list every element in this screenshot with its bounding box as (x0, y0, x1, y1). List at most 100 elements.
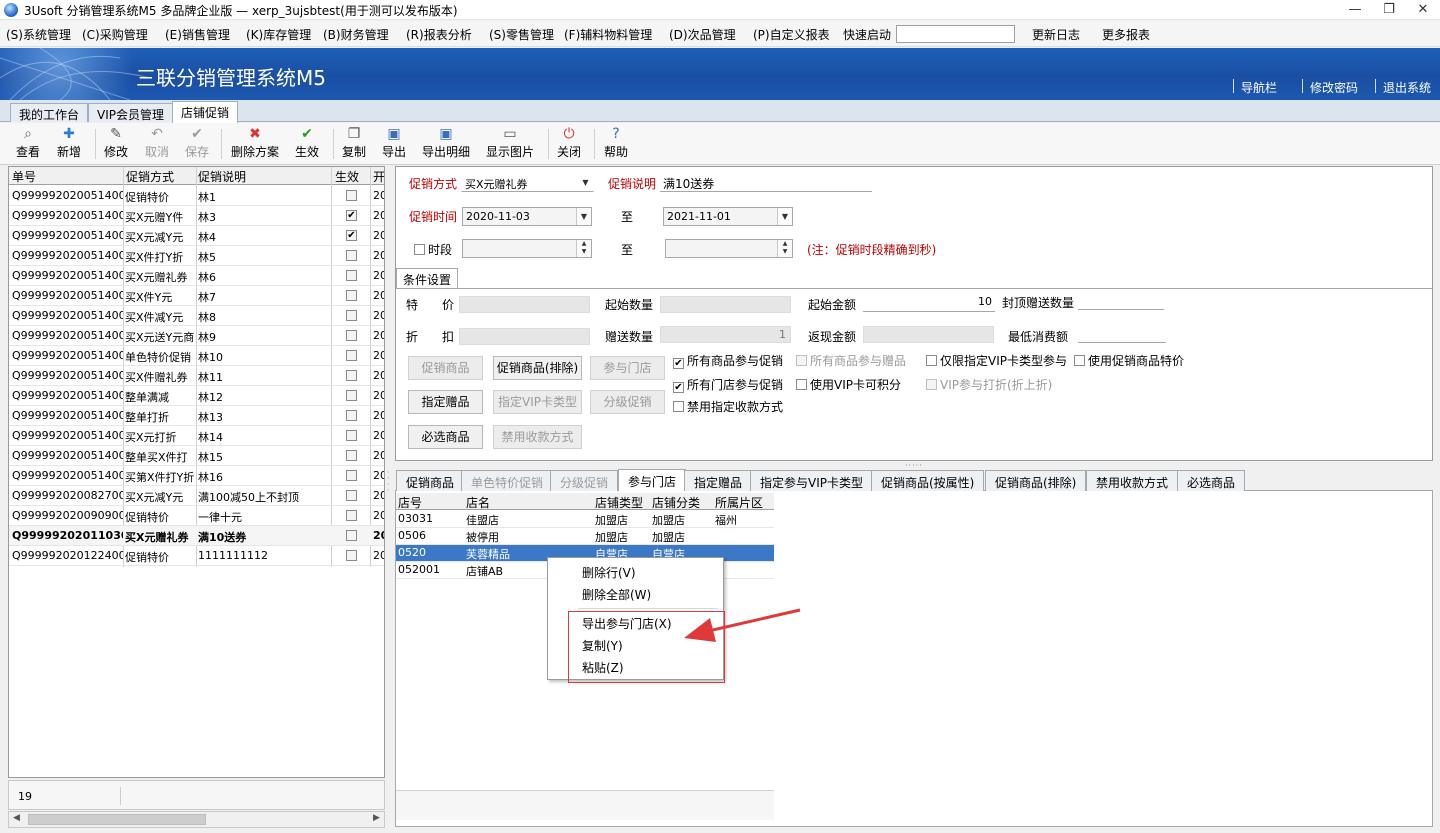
menu-materials[interactable]: (F)辅料物料管理 (564, 26, 652, 43)
column-header-store-no[interactable]: 店号 (398, 494, 422, 511)
table-row[interactable]: Q99999202005140013整单打折 林13 20 (9, 406, 384, 426)
tab-tier-promo[interactable]: 分级促销 (550, 470, 619, 491)
active-checkbox[interactable] (346, 430, 357, 441)
close-icon[interactable]: ✕ (1406, 0, 1440, 20)
period-start-stepper[interactable]: ▲ ▼ (462, 239, 592, 258)
menu-sales[interactable]: (E)销售管理 (165, 26, 230, 43)
table-row[interactable]: Q99999202008270001买X元减Y元 满100减50上不封顶 20 (9, 486, 384, 506)
chevron-down-icon[interactable]: ▼ (576, 208, 591, 225)
table-row[interactable]: Q99999202005140001促销特价 林1 20 (9, 186, 384, 206)
nav-bar-link[interactable]: 导航栏 (1241, 79, 1277, 96)
tab-promo-goods-attr[interactable]: 促销商品(按属性) (871, 470, 985, 491)
start-qty-input[interactable] (660, 296, 791, 313)
start-amount-input[interactable]: 10 (863, 293, 995, 312)
menu-inventory[interactable]: (K)库存管理 (246, 26, 311, 43)
activate-button[interactable]: ✔ 生效 (295, 126, 319, 160)
vip-discount-checkbox[interactable]: VIP参与打折(折上折) (926, 376, 1052, 393)
table-row[interactable]: Q99999202005140003买X元赠Y件 林3 20 ✔ (9, 206, 384, 226)
checkbox-box[interactable]: ✔ (673, 358, 684, 369)
table-row[interactable]: Q99999202005140010单色特价促销林10 20 (9, 346, 384, 366)
active-checkbox[interactable] (346, 310, 357, 321)
quick-launch-input[interactable] (896, 25, 1015, 43)
table-row[interactable]: Q99999202009090001促销特价 一律十元 20 (9, 506, 384, 526)
all-goods-checkbox[interactable]: ✔ 所有商品参与促销 (673, 352, 783, 369)
tab-participating-stores[interactable]: 参与门店 (618, 469, 687, 491)
table-row[interactable]: Q99999202005140009买X元送Y元商林9 20 (9, 326, 384, 346)
chevron-down-icon[interactable]: ▼ (777, 208, 792, 225)
active-checkbox[interactable] (346, 510, 357, 521)
active-checkbox[interactable] (346, 290, 357, 301)
table-row[interactable]: Q99999202005140006买X元赠礼券林6 20 (9, 266, 384, 286)
column-header-method[interactable]: 促销方式 (126, 168, 174, 185)
promo-goods-button[interactable]: 促销商品 (408, 356, 483, 380)
table-row[interactable]: Q99999202005140005买X件打Y折 林5 20 (9, 246, 384, 266)
menu-item-delete-row[interactable]: 删除行(V) (582, 564, 636, 581)
disable-payment-button[interactable]: 禁用收款方式 (493, 425, 582, 449)
active-checkbox[interactable] (346, 530, 357, 541)
active-checkbox[interactable] (346, 450, 357, 461)
tab-disable-payment[interactable]: 禁用收款方式 (1086, 470, 1179, 491)
add-button[interactable]: ✚ 新增 (57, 126, 81, 160)
cap-gift-qty-input[interactable] (1078, 291, 1164, 310)
active-checkbox[interactable] (346, 470, 357, 481)
scrollbar-thumb[interactable] (28, 814, 206, 825)
table-row[interactable]: Q99999202012240002促销特价 1111111112 20 (9, 546, 384, 566)
period-end-stepper[interactable]: ▲ ▼ (665, 239, 793, 258)
special-price-input[interactable] (459, 296, 590, 313)
menu-reports[interactable]: (R)报表分析 (406, 26, 472, 43)
table-row[interactable]: Q99999202011030001买X元赠礼券满10送券 20 (9, 526, 384, 546)
min-spend-input[interactable] (1078, 324, 1166, 343)
use-promo-price-checkbox[interactable]: 使用促销商品特价 (1074, 352, 1184, 369)
desc-input[interactable]: 满10送券 (660, 173, 872, 192)
column-header-desc[interactable]: 促销说明 (198, 168, 246, 185)
vip-points-checkbox[interactable]: 使用VIP卡可积分 (796, 376, 901, 393)
tab-vip-types[interactable]: 指定参与VIP卡类型 (750, 470, 873, 491)
checkbox-box[interactable] (796, 379, 807, 390)
tab-gifts[interactable]: 指定赠品 (684, 470, 753, 491)
tab-store-promotion[interactable]: 店铺促销 (172, 101, 239, 123)
restore-icon[interactable]: ❐ (1372, 0, 1406, 20)
active-checkbox[interactable] (346, 410, 357, 421)
end-date-picker[interactable]: 2021-11-01 ▼ (663, 207, 793, 226)
column-header-start[interactable]: 开 (373, 168, 384, 185)
exit-system-link[interactable]: 退出系统 (1383, 79, 1431, 96)
spin-icon[interactable]: ▲ ▼ (777, 240, 792, 257)
column-header-active[interactable]: 生效 (335, 168, 359, 185)
chevron-down-icon[interactable]: ▼ (578, 174, 593, 191)
all-goods-gift-checkbox[interactable]: 所有商品参与赠品 (796, 352, 906, 369)
all-stores-checkbox[interactable]: ✔ 所有门店参与促销 (673, 376, 783, 393)
active-checkbox[interactable] (346, 550, 357, 561)
gift-qty-input[interactable]: 1 (660, 326, 791, 343)
export-button[interactable]: ▣ 导出 (382, 126, 406, 160)
checkbox-box[interactable] (414, 244, 425, 255)
menu-purchase[interactable]: (C)采购管理 (82, 26, 148, 43)
spin-icon[interactable]: ▲ ▼ (576, 240, 591, 257)
export-detail-button[interactable]: ▣ 导出明细 (422, 126, 470, 160)
splitter-handle[interactable]: · · · · (387, 469, 391, 500)
view-button[interactable]: ⌕ 查看 (16, 126, 40, 160)
help-button[interactable]: ? 帮助 (604, 126, 628, 160)
minimize-icon[interactable]: — (1338, 0, 1372, 20)
menu-item-delete-all[interactable]: 删除全部(W) (582, 586, 651, 603)
tab-promo-goods[interactable]: 促销商品 (396, 470, 465, 491)
checkbox-box[interactable] (926, 355, 937, 366)
menu-more-reports[interactable]: 更多报表 (1102, 26, 1150, 43)
table-row[interactable]: Q99999202005140015整单买X件打林15 20 (9, 446, 384, 466)
table-row[interactable]: Q99999202005140011买X件赠礼券林11 20 (9, 366, 384, 386)
tab-conditions[interactable]: 条件设置 (396, 268, 459, 288)
tab-promo-goods-exclude[interactable]: 促销商品(排除) (985, 470, 1087, 491)
method-select[interactable]: 买X元赠礼券 ▼ (461, 173, 594, 192)
disable-payment-checkbox[interactable]: 禁用指定收款方式 (673, 398, 783, 415)
active-checkbox[interactable]: ✔ (346, 210, 357, 221)
column-header-store-name[interactable]: 店名 (466, 494, 490, 511)
menu-custom-reports[interactable]: (P)自定义报表 (753, 26, 830, 43)
active-checkbox[interactable] (346, 250, 357, 261)
active-checkbox[interactable]: ✔ (346, 230, 357, 241)
required-goods-button[interactable]: 必选商品 (408, 425, 483, 449)
checkbox-box[interactable] (1074, 355, 1085, 366)
horizontal-scrollbar[interactable]: ◀ ▶ (8, 811, 385, 828)
checkbox-box[interactable]: ✔ (673, 382, 684, 393)
column-header-id[interactable]: 单号 (12, 168, 36, 185)
tab-vip-members[interactable]: VIP会员管理 (88, 103, 173, 122)
checkbox-box[interactable] (926, 379, 937, 390)
